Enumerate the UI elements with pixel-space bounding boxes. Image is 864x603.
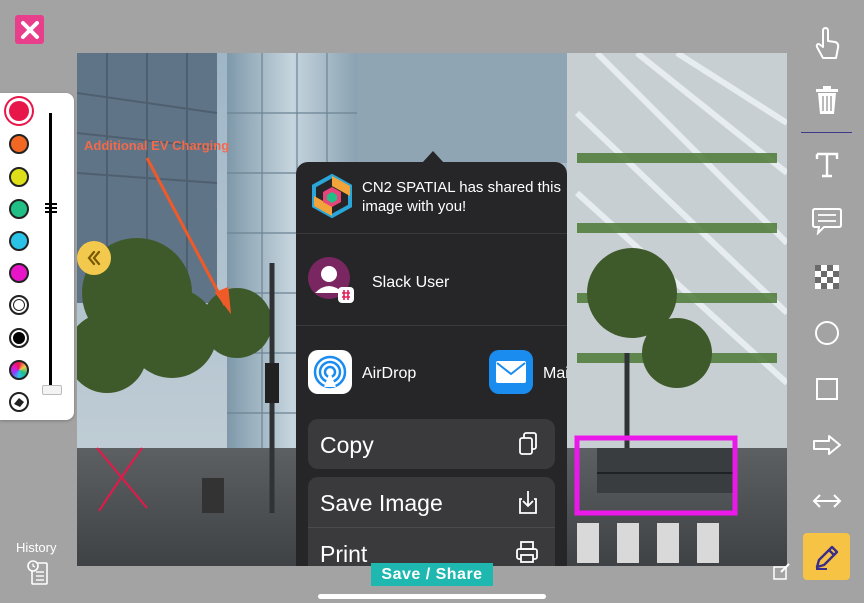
brush-size-slider[interactable] [49,113,52,389]
airdrop-label[interactable]: AirDrop [362,365,416,383]
mail-app-button[interactable] [489,350,533,394]
square-icon [816,378,838,400]
pencil-icon [815,545,838,570]
copy-label: Copy [320,432,374,458]
save-print-group: Save Image Print [308,477,555,566]
annotation-arrow [145,157,227,306]
annotation-label: Additional EV Charging [84,138,230,153]
text-tool[interactable] [807,145,847,185]
close-button[interactable] [15,15,44,44]
contact-avatar[interactable] [308,257,354,303]
share-sheet: CN2 SPATIAL has shared this image with y… [296,162,567,566]
delete-tool[interactable] [807,80,847,120]
square-tool[interactable] [807,369,847,409]
eraser-icon[interactable] [9,392,29,412]
collapse-palette-button[interactable] [77,241,111,275]
color-palette [0,93,74,420]
cn2-spatial-logo-icon [312,173,352,219]
circle-tool[interactable] [807,313,847,353]
toolbar-divider [801,132,852,133]
trash-icon [816,86,838,114]
copy-icon [519,432,537,455]
airdrop-app-button[interactable] [308,350,352,394]
double-chevron-left-icon [87,250,101,266]
pattern-tool[interactable] [807,257,847,297]
hand-tool[interactable] [807,24,847,64]
history-button[interactable] [27,560,49,586]
user-avatar-icon [308,257,354,303]
mail-label[interactable]: Mai [543,365,567,383]
color-swatch-magenta[interactable] [9,263,29,283]
pencil-tool[interactable] [803,533,850,580]
history-label: History [16,540,57,555]
text-icon [815,152,839,178]
comment-tool[interactable] [807,201,847,241]
save-image-label: Save Image [320,490,443,516]
share-header-text: CN2 SPATIAL has shared this image with y… [362,179,561,215]
history-icon [27,560,48,585]
color-swatch-yellow[interactable] [9,167,29,187]
home-indicator [318,594,546,599]
double-arrow-icon [812,494,842,508]
edit-image-button[interactable] [772,561,792,581]
arrow-right-icon [813,435,841,455]
save-image-icon [519,491,537,514]
print-action[interactable]: Print [308,528,555,566]
color-swatch-black[interactable] [9,328,29,348]
mail-icon [496,361,526,383]
brush-size-slider-thumb[interactable] [42,385,62,395]
edit-square-icon [773,563,790,580]
color-swatch-red[interactable] [9,101,29,121]
pattern-icon [815,265,839,289]
contact-name[interactable]: Slack User [372,274,449,292]
arrow-tool[interactable] [807,425,847,465]
color-swatch-cyan[interactable] [9,231,29,251]
airdrop-icon [313,355,347,389]
hand-pointer-icon [815,27,840,59]
color-swatch-white[interactable] [9,295,29,315]
print-label: Print [320,541,368,566]
save-share-button[interactable]: Save / Share [371,563,493,586]
measure-tool[interactable] [807,481,847,521]
color-swatch-orange[interactable] [9,134,29,154]
color-swatch-green[interactable] [9,199,29,219]
save-image-action[interactable]: Save Image [308,477,555,527]
copy-action[interactable]: Copy [308,419,555,469]
print-icon [516,541,538,563]
highlight-box [574,435,738,516]
color-swatch-multicolor[interactable] [9,360,29,380]
comment-icon [812,208,842,235]
close-icon [20,20,39,39]
circle-icon [815,321,839,345]
